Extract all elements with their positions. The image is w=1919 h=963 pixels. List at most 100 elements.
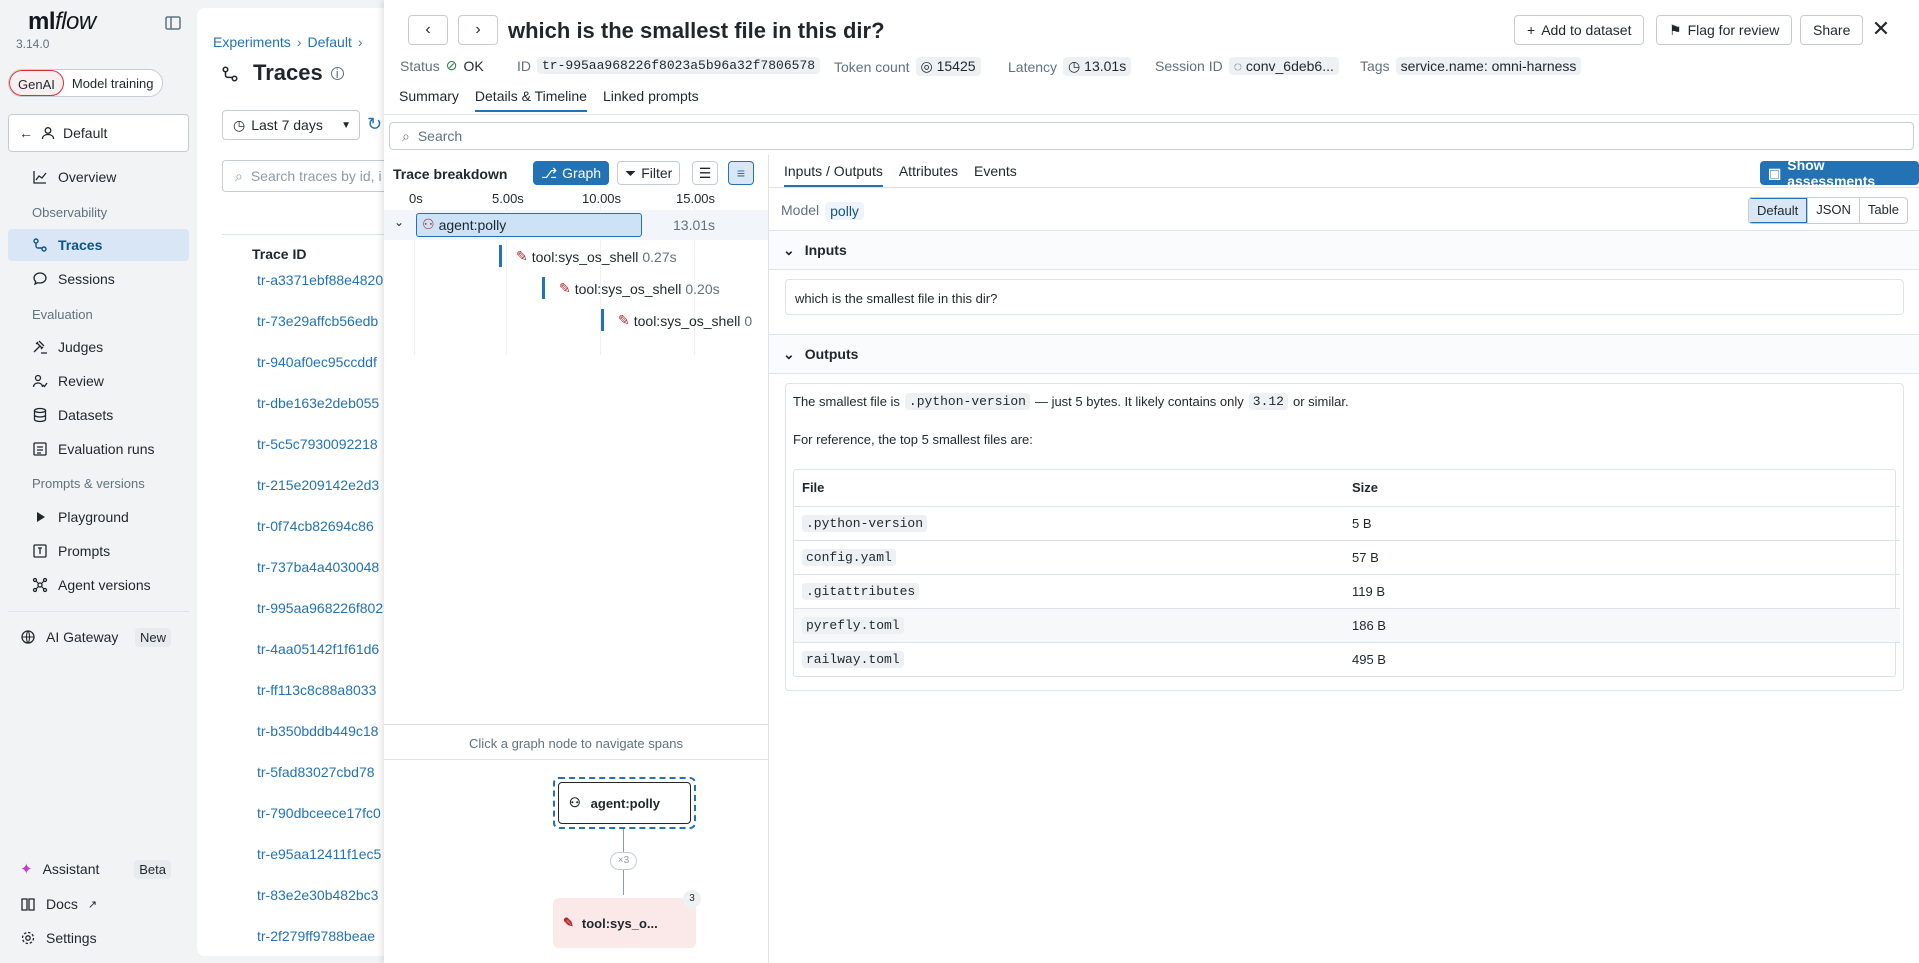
sidebar-item-sessions[interactable]: Sessions [8,263,189,295]
span-bar[interactable] [601,309,604,331]
table-row[interactable]: tr-e95aa12411f1ec5 [257,846,385,862]
tag-pill[interactable]: service.name: omni-harness [1395,57,1582,75]
sidebar-item-label: Prompts [58,543,111,559]
trace-title: which is the smallest file in this dir? [508,18,885,43]
table-row[interactable]: tr-ff113c8c88a8033 [257,682,385,698]
sidebar-item-datasets[interactable]: Datasets [8,399,189,431]
table-row[interactable]: tr-83e2e30b482bc3 [257,887,385,903]
tab-inputs-outputs[interactable]: Inputs / Outputs [784,163,883,187]
node-count-badge: 3 [683,890,701,908]
tab-attributes[interactable]: Attributes [899,163,958,187]
sidebar-item-traces[interactable]: Traces [8,229,189,261]
info-icon[interactable]: i [330,66,344,80]
check-circle-icon: ⊘ [445,57,458,73]
inputs-section-header[interactable]: ⌄ Inputs [769,230,1919,270]
close-icon[interactable]: ✕ [1870,18,1892,40]
prev-trace-button[interactable]: ‹ [408,15,448,45]
list-view-button[interactable]: ☰ [692,161,718,185]
next-trace-button[interactable]: › [458,15,498,45]
sidebar-item-evaluation-runs[interactable]: Evaluation runs [8,433,189,465]
sidebar-item-prompts[interactable]: Prompts [8,535,189,567]
tab-linked-prompts[interactable]: Linked prompts [603,88,699,112]
table-row[interactable]: tr-dbe163e2deb055 [257,395,385,411]
sidebar-item-docs[interactable]: Docs ↗ [8,888,189,920]
sidebar-item-label: Agent versions [58,577,151,593]
graph-node-root[interactable]: ⚇ agent:polly [553,777,696,829]
table-row[interactable]: tr-4aa05142f1f61d6 [257,641,385,657]
sidebar-item-assistant[interactable]: ✦ Assistant Beta [8,853,189,885]
model-label: Model [781,202,820,218]
trace-id-value[interactable]: tr-995aa968226f8023a5b96a32f7806578 [537,57,821,74]
graph-node-tool[interactable]: ✎ tool:sys_o... [553,898,696,948]
table-row: .python-version 5 B [794,505,1900,540]
add-to-dataset-button[interactable]: + Add to dataset [1514,15,1645,45]
mode-genai[interactable]: GenAI [9,70,64,96]
breadcrumb-experiments[interactable]: Experiments [213,34,291,50]
view-json[interactable]: JSON [1807,198,1859,223]
sidebar-item-settings[interactable]: Settings [8,922,189,954]
table-row[interactable]: tr-215e209142e2d3 [257,477,385,493]
time-range-filter[interactable]: ◷ Last 7 days ▼ [222,110,360,140]
outputs-section-header[interactable]: ⌄ Outputs [769,334,1919,374]
workspace-selector[interactable]: ← Default [8,114,189,152]
show-assessments-button[interactable]: ▣ Show assessments [1760,157,1919,189]
sidebar-item-agent-versions[interactable]: Agent versions [8,569,189,601]
node-label: agent:polly [590,795,660,811]
breadcrumb-default[interactable]: Default [307,34,351,50]
sidebar-item-label: Judges [58,339,104,355]
sidebar-collapse-icon[interactable] [164,14,182,32]
tags-meta: Tags service.name: omni-harness [1360,57,1582,75]
sidebar-item-overview[interactable]: Overview [8,161,189,193]
tab-details-timeline[interactable]: Details & Timeline [474,88,587,112]
table-row[interactable]: tr-5fad83027cbd78 [257,764,385,780]
graph-button[interactable]: ⎇ Graph [533,161,610,185]
sidebar-item-label: Settings [46,930,97,946]
mlflow-logo[interactable]: mlflow [28,8,96,36]
sidebar-item-label: Datasets [58,407,114,423]
table-row[interactable]: tr-790dbceece17fc0 [257,805,385,821]
table-cell: pyrefly.toml [794,607,1344,642]
back-arrow-icon: ← [19,125,33,141]
table-row[interactable]: tr-73e29affcb56edb [257,313,385,329]
span-row[interactable]: ✎ tool:sys_os_shell 0.20s [559,280,720,297]
tab-summary[interactable]: Summary [399,88,459,112]
table-row[interactable]: tr-737ba4a4030048 [257,559,385,575]
agent-icon [32,577,48,593]
table-row[interactable]: tr-940af0ec95ccddf [257,354,385,370]
table-row[interactable]: tr-0f74cb82694c86 [257,518,385,534]
files-table: File Size .python-version 5 B config.yaml 57… [794,470,1900,676]
view-table[interactable]: Table [1858,198,1907,223]
file-size: 119 B [1344,573,1900,608]
clock-icon: ◷ [233,116,246,133]
chevron-down-icon[interactable]: ⌄ [394,215,404,229]
sidebar-item-review[interactable]: Review [8,365,189,397]
tab-events[interactable]: Events [974,163,1017,187]
session-meta: Session ID ◌ conv_6deb6... [1155,57,1339,75]
inline-code: .python-version [904,393,1030,410]
flag-for-review-button[interactable]: ⚑ Flag for review [1656,15,1793,45]
span-bar[interactable] [542,277,545,299]
chevron-down-icon: ⌄ [783,241,795,258]
view-default[interactable]: Default [1749,198,1808,223]
span-bar[interactable] [499,245,502,267]
flag-icon: ⚑ [1669,21,1682,38]
timeline-view-button[interactable]: ≡ [728,161,754,185]
sidebar-item-judges[interactable]: Judges [8,331,189,363]
mode-model-training[interactable]: Model training [64,70,162,96]
sidebar-item-playground[interactable]: Playground [8,501,189,533]
table-row[interactable]: tr-a3371ebf88e4820 [257,272,385,288]
span-row[interactable]: ✎ tool:sys_os_shell 0.27s [516,248,677,265]
share-button[interactable]: Share [1800,15,1864,45]
span-search-input[interactable]: ⌕ Search [389,122,1914,150]
wrench-icon: ✎ [563,915,574,930]
beta-badge: Beta [134,859,171,879]
session-pill[interactable]: ◌ conv_6deb6... [1228,57,1339,75]
span-row[interactable]: ✎ tool:sys_os_shell 0 [618,312,768,329]
filter-button[interactable]: ⏷ Filter [617,161,681,185]
table-row[interactable]: tr-995aa968226f802 [257,600,385,616]
sidebar-item-ai-gateway[interactable]: AI Gateway New [8,621,189,653]
table-row[interactable]: tr-2f279ff9788beae [257,928,385,944]
table-row[interactable]: tr-b350bddb449c18 [257,723,385,739]
table-row[interactable]: tr-5c5c7930092218 [257,436,385,452]
refresh-icon[interactable]: ↻ [367,114,382,135]
